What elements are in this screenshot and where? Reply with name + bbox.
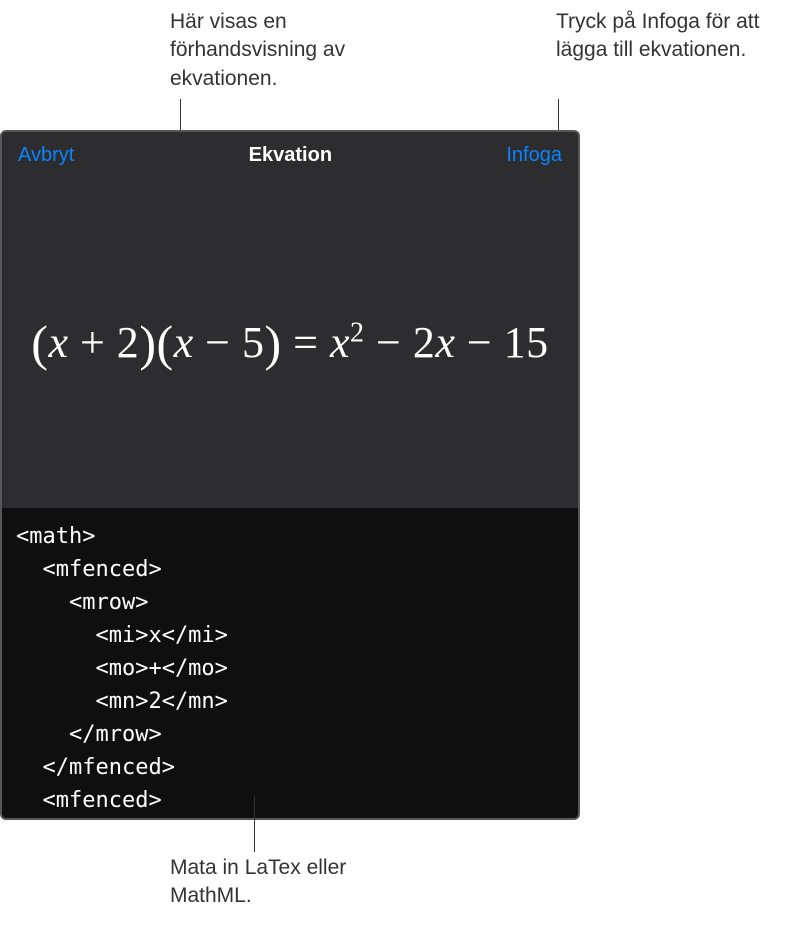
insert-button[interactable]: Infoga — [506, 144, 562, 167]
equation-rendered: (x + 2)(x − 5) = x2 − 2x − 15 — [31, 314, 548, 372]
callout-insert: Tryck på Infoga för att lägga till ekvat… — [556, 8, 776, 93]
equation-code-input[interactable]: <math> <mfenced> <mrow> <mi>x</mi> <mo>+… — [2, 508, 578, 820]
equation-preview: (x + 2)(x − 5) = x2 − 2x − 15 — [2, 178, 578, 508]
equation-editor-dialog: Avbryt Ekvation Infoga (x + 2)(x − 5) = … — [0, 130, 580, 820]
callout-input: Mata in LaTex eller MathML. — [170, 854, 430, 911]
navbar: Avbryt Ekvation Infoga — [2, 132, 578, 178]
cancel-button[interactable]: Avbryt — [18, 144, 74, 167]
callout-line — [254, 796, 255, 852]
dialog-title: Ekvation — [249, 144, 332, 167]
callout-preview: Här visas en förhandsvisning av ekvation… — [170, 8, 430, 93]
